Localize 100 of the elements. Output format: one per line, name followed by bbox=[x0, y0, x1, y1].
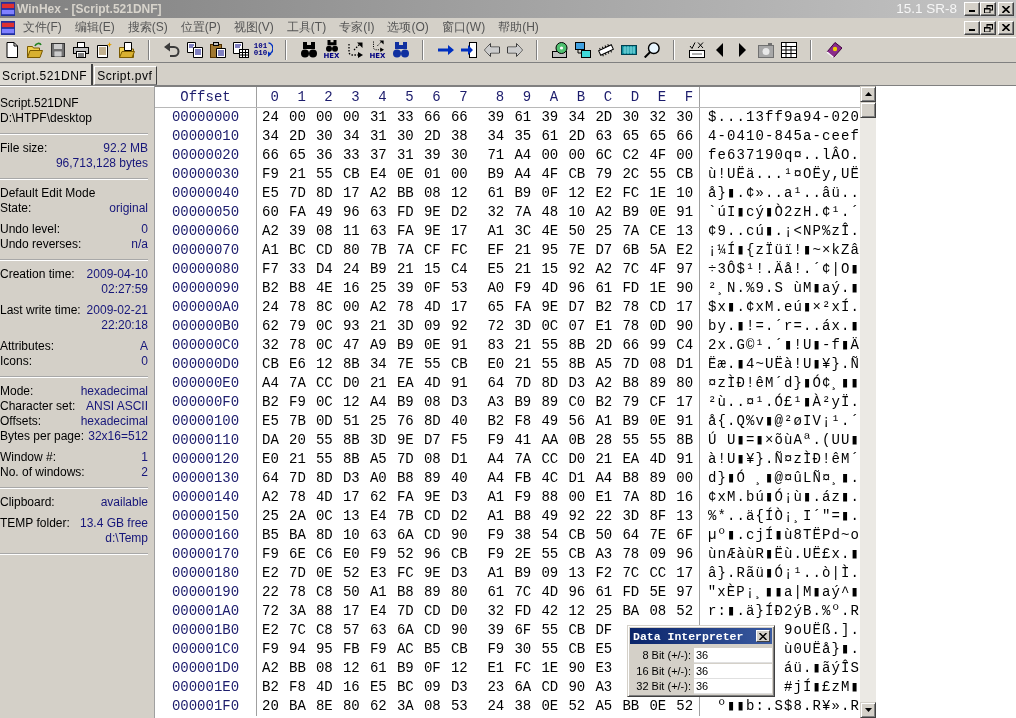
folder-icon[interactable] bbox=[26, 42, 43, 58]
hex-byte: FD bbox=[396, 203, 414, 222]
close-button[interactable] bbox=[756, 630, 770, 642]
hex-byte: FC bbox=[450, 241, 468, 260]
document-sparkle-icon[interactable] bbox=[95, 42, 112, 58]
document-table-icon[interactable] bbox=[232, 42, 249, 58]
hex-byte: F5 bbox=[450, 431, 468, 450]
menu-item[interactable]: 窗口(W) bbox=[435, 19, 492, 36]
hex-byte: 56 bbox=[568, 412, 586, 431]
menu-item[interactable]: 专家(I) bbox=[332, 19, 381, 36]
hex-byte: 4F bbox=[649, 146, 667, 165]
info-value: d:\Temp bbox=[105, 531, 148, 546]
camera-icon[interactable] bbox=[757, 42, 774, 58]
hex-byte: FD bbox=[622, 279, 640, 298]
menu-item[interactable]: 视图(V) bbox=[227, 19, 281, 36]
scrollbar-thumb[interactable] bbox=[860, 102, 876, 118]
hex-byte: 09 bbox=[541, 564, 559, 583]
disk-icon[interactable] bbox=[551, 42, 568, 58]
book-icon[interactable] bbox=[825, 42, 842, 58]
column-header: B bbox=[576, 88, 586, 107]
hex-byte: B2 bbox=[487, 412, 505, 431]
menu-item[interactable]: 搜索(S) bbox=[121, 19, 175, 36]
ascii-text: à!U▮¥}.Ñ¤zÌÐ!êM´ bbox=[707, 450, 860, 469]
arrow-into-box-icon[interactable] bbox=[460, 42, 477, 58]
left-triangle-icon[interactable] bbox=[716, 43, 723, 57]
monitors-icon[interactable] bbox=[574, 42, 591, 58]
hex-byte: 91 bbox=[676, 412, 694, 431]
menu-item[interactable]: 位置(P) bbox=[174, 19, 228, 36]
hex-byte: 63 bbox=[595, 127, 613, 146]
hex-byte: 63 bbox=[369, 526, 387, 545]
hex-byte: 00 bbox=[541, 146, 559, 165]
hex-byte: CB bbox=[262, 355, 279, 374]
menu-item[interactable]: 编辑(E) bbox=[68, 19, 122, 36]
hex-byte: 8E bbox=[315, 697, 333, 716]
hex-byte: A4 bbox=[514, 165, 532, 184]
hex-byte: 49 bbox=[315, 203, 333, 222]
hex-byte: 4D bbox=[649, 450, 667, 469]
hex-byte: 34 bbox=[342, 127, 360, 146]
info-label: File size: bbox=[0, 141, 48, 156]
hex-byte: C6 bbox=[315, 545, 333, 564]
hex-byte: 78 bbox=[289, 583, 306, 602]
right-arrow-icon[interactable] bbox=[437, 42, 454, 58]
hex-byte: 66 bbox=[423, 108, 441, 127]
search-icon[interactable] bbox=[643, 42, 660, 58]
hex-byte: 92 bbox=[450, 317, 468, 336]
copy-icon[interactable] bbox=[186, 42, 203, 58]
menu-item[interactable]: 帮助(H) bbox=[491, 19, 546, 36]
hex-byte: B9 bbox=[396, 393, 414, 412]
menu-item[interactable]: 工具(T) bbox=[280, 19, 333, 36]
table-icon[interactable] bbox=[780, 42, 797, 58]
hex-byte: 4D bbox=[315, 678, 333, 697]
tick-cross-icon[interactable] bbox=[688, 42, 705, 58]
hex-byte: 40 bbox=[450, 412, 468, 431]
right-triangle-icon[interactable] bbox=[739, 43, 746, 57]
hex-byte: 63 bbox=[369, 203, 387, 222]
minimize-button[interactable] bbox=[964, 20, 980, 35]
binoculars-icon[interactable] bbox=[392, 42, 409, 58]
value-field[interactable]: 36 bbox=[694, 663, 772, 679]
close-button[interactable] bbox=[998, 2, 1014, 16]
hex-byte: 39 bbox=[396, 279, 414, 298]
printer-icon[interactable] bbox=[72, 42, 89, 58]
value-field[interactable]: 36 bbox=[694, 648, 772, 664]
restore-button[interactable] bbox=[980, 2, 996, 16]
hex-byte: CB bbox=[568, 621, 586, 640]
info-label: D:\HTPF\desktop bbox=[0, 111, 93, 126]
minimize-button[interactable] bbox=[964, 2, 980, 16]
folder-document-icon[interactable] bbox=[118, 42, 135, 58]
hex-byte: 78 bbox=[622, 298, 640, 317]
keyboard-icon[interactable] bbox=[620, 45, 637, 55]
app-icon[interactable] bbox=[1, 20, 15, 35]
hex-byte: 61 bbox=[514, 108, 532, 127]
hex-byte: 16 bbox=[342, 678, 360, 697]
hex-byte: F2 bbox=[595, 564, 613, 583]
scroll-up-button[interactable] bbox=[860, 86, 876, 102]
hex-byte: D3 bbox=[450, 678, 468, 697]
menu-item[interactable]: 文件(F) bbox=[16, 19, 69, 36]
dotted-arrows-icon[interactable] bbox=[346, 42, 363, 58]
hex-byte: BC bbox=[396, 678, 414, 697]
binoculars-icon[interactable] bbox=[300, 42, 317, 58]
restore-button[interactable] bbox=[980, 20, 996, 35]
hex-byte: 8B bbox=[568, 355, 586, 374]
hex-byte: 90 bbox=[676, 317, 694, 336]
hex-byte: 8B bbox=[676, 431, 694, 450]
hex-byte: 35 bbox=[514, 127, 532, 146]
info-value: original bbox=[109, 201, 148, 216]
file-tab[interactable]: Script.521DNF bbox=[0, 64, 94, 85]
hex-byte: AC bbox=[396, 640, 414, 659]
blank-page-icon[interactable] bbox=[3, 42, 20, 58]
close-button[interactable] bbox=[998, 20, 1014, 35]
scroll-down-button[interactable] bbox=[860, 702, 876, 718]
hex-byte: 22 bbox=[595, 507, 613, 526]
hex-byte: 33 bbox=[396, 108, 414, 127]
clipboard-icon[interactable] bbox=[209, 42, 226, 58]
value-field[interactable]: 36 bbox=[694, 679, 772, 695]
hex-byte: 0D bbox=[315, 412, 333, 431]
menu-item[interactable]: 选项(O) bbox=[381, 19, 436, 36]
hex-byte: 79 bbox=[289, 317, 306, 336]
file-tab[interactable]: Script.pvf bbox=[94, 66, 158, 85]
hex-byte: 62 bbox=[369, 697, 387, 716]
hex-byte: 21 bbox=[369, 374, 387, 393]
